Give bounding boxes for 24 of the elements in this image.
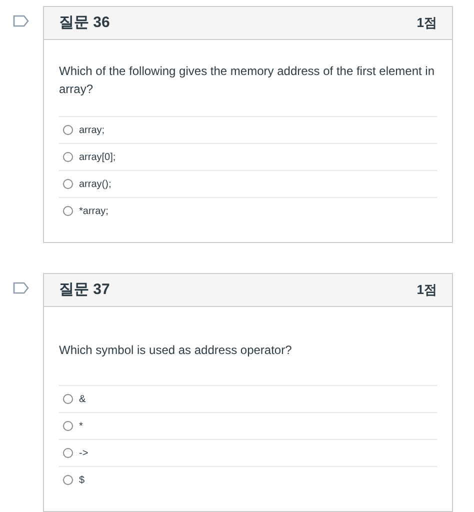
flag-icon[interactable] xyxy=(12,15,28,27)
radio-button[interactable] xyxy=(63,394,73,404)
radio-button[interactable] xyxy=(63,206,73,216)
answer-option: array(); xyxy=(79,176,112,192)
question-title: 질문 37 xyxy=(59,280,110,300)
answer-option: & xyxy=(79,392,86,406)
answer-option: *array; xyxy=(79,204,108,218)
answer-option: * xyxy=(79,418,83,434)
answer-option: $ xyxy=(79,472,85,488)
radio-button[interactable] xyxy=(63,179,73,189)
radio-button[interactable] xyxy=(63,125,73,135)
question-text: Which symbol is used as address operator? xyxy=(59,342,293,359)
question-text: Which of the following gives the memory address of the first element in array? xyxy=(59,63,436,98)
radio-button[interactable] xyxy=(63,475,73,485)
question-points: 1점 xyxy=(416,281,437,300)
answer-option: -> xyxy=(79,446,88,460)
radio-button[interactable] xyxy=(63,421,73,431)
question-title: 질문 36 xyxy=(59,12,110,33)
answer-option: array[0]; xyxy=(79,150,116,164)
question-points: 1점 xyxy=(416,14,437,32)
radio-button[interactable] xyxy=(63,152,73,162)
answer-option: array; xyxy=(79,122,105,138)
radio-button[interactable] xyxy=(63,448,73,458)
flag-icon[interactable] xyxy=(12,282,28,294)
